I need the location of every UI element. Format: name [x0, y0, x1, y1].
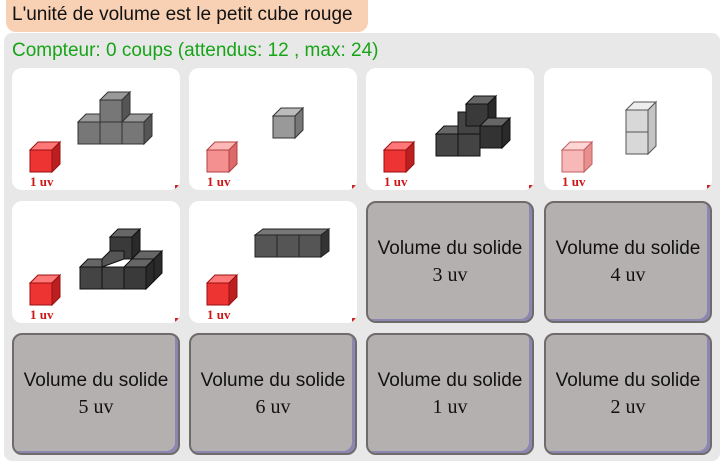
solid-3-cubes-row-image	[205, 228, 331, 307]
unit-label: 1 uv	[30, 307, 54, 322]
corner-marker	[175, 318, 179, 322]
unit-cube-icon	[205, 140, 239, 174]
volume-card-title: Volume du solide	[23, 369, 169, 391]
volume-card-title: Volume du solide	[555, 369, 701, 391]
volume-card-value: 3 uv	[432, 263, 468, 286]
unit-label: 1 uv	[30, 174, 54, 189]
volume-card-value: 4 uv	[610, 263, 646, 286]
unit-label: 1 uv	[384, 174, 408, 189]
unit-label: 1 uv	[562, 174, 586, 189]
solid-card-4[interactable]: 1 uv	[544, 68, 712, 190]
volume-card-value: 5 uv	[78, 395, 114, 418]
corner-marker	[175, 185, 179, 189]
volume-card-title: Volume du solide	[200, 369, 346, 391]
volume-card-value: 6 uv	[255, 395, 291, 418]
solid-card-6[interactable]: 1 uv	[189, 201, 357, 323]
unit-cube-icon	[560, 140, 594, 174]
volume-card-value: 2 uv	[610, 395, 646, 418]
unit-cube-icon	[382, 140, 416, 174]
volume-card-3[interactable]: Volume du solide 5 uv	[12, 333, 180, 455]
corner-marker	[352, 185, 356, 189]
volume-card-title: Volume du solide	[377, 237, 523, 259]
volume-card-6[interactable]: Volume du solide 2 uv	[544, 333, 712, 455]
volume-card-1[interactable]: Volume du solide 3 uv	[366, 201, 534, 323]
solid-6-cubes-image	[382, 94, 512, 174]
solid-card-3[interactable]: 1 uv	[366, 68, 534, 190]
unit-label: 1 uv	[207, 174, 231, 189]
unit-cube-icon	[28, 140, 62, 174]
volume-card-2[interactable]: Volume du solide 4 uv	[544, 201, 712, 323]
unit-cube-icon	[205, 273, 239, 307]
move-counter: Compteur: 0 coups (attendus: 12 , max: 2…	[12, 40, 379, 61]
corner-marker	[707, 185, 711, 189]
game-board: Compteur: 0 coups (attendus: 12 , max: 2…	[4, 33, 720, 461]
unit-label: 1 uv	[207, 307, 231, 322]
unit-cube-icon	[28, 273, 62, 307]
corner-marker	[529, 185, 533, 189]
volume-card-value: 1 uv	[432, 395, 468, 418]
instruction-banner: L'unité de volume est le petit cube roug…	[6, 0, 368, 32]
volume-card-title: Volume du solide	[377, 369, 523, 391]
volume-card-5[interactable]: Volume du solide 1 uv	[366, 333, 534, 455]
solid-card-5[interactable]: 1 uv	[12, 201, 180, 323]
solid-4-cubes-image	[28, 90, 154, 174]
volume-card-title: Volume du solide	[555, 237, 701, 259]
solid-5-cubes-image	[28, 227, 164, 307]
solid-card-1[interactable]: 1 uv	[12, 68, 180, 190]
solid-2-cubes-image	[560, 100, 658, 174]
volume-card-4[interactable]: Volume du solide 6 uv	[189, 333, 357, 455]
solid-card-2[interactable]: 1 uv	[189, 68, 357, 190]
solid-1-cube-image	[205, 106, 305, 174]
corner-marker	[352, 318, 356, 322]
